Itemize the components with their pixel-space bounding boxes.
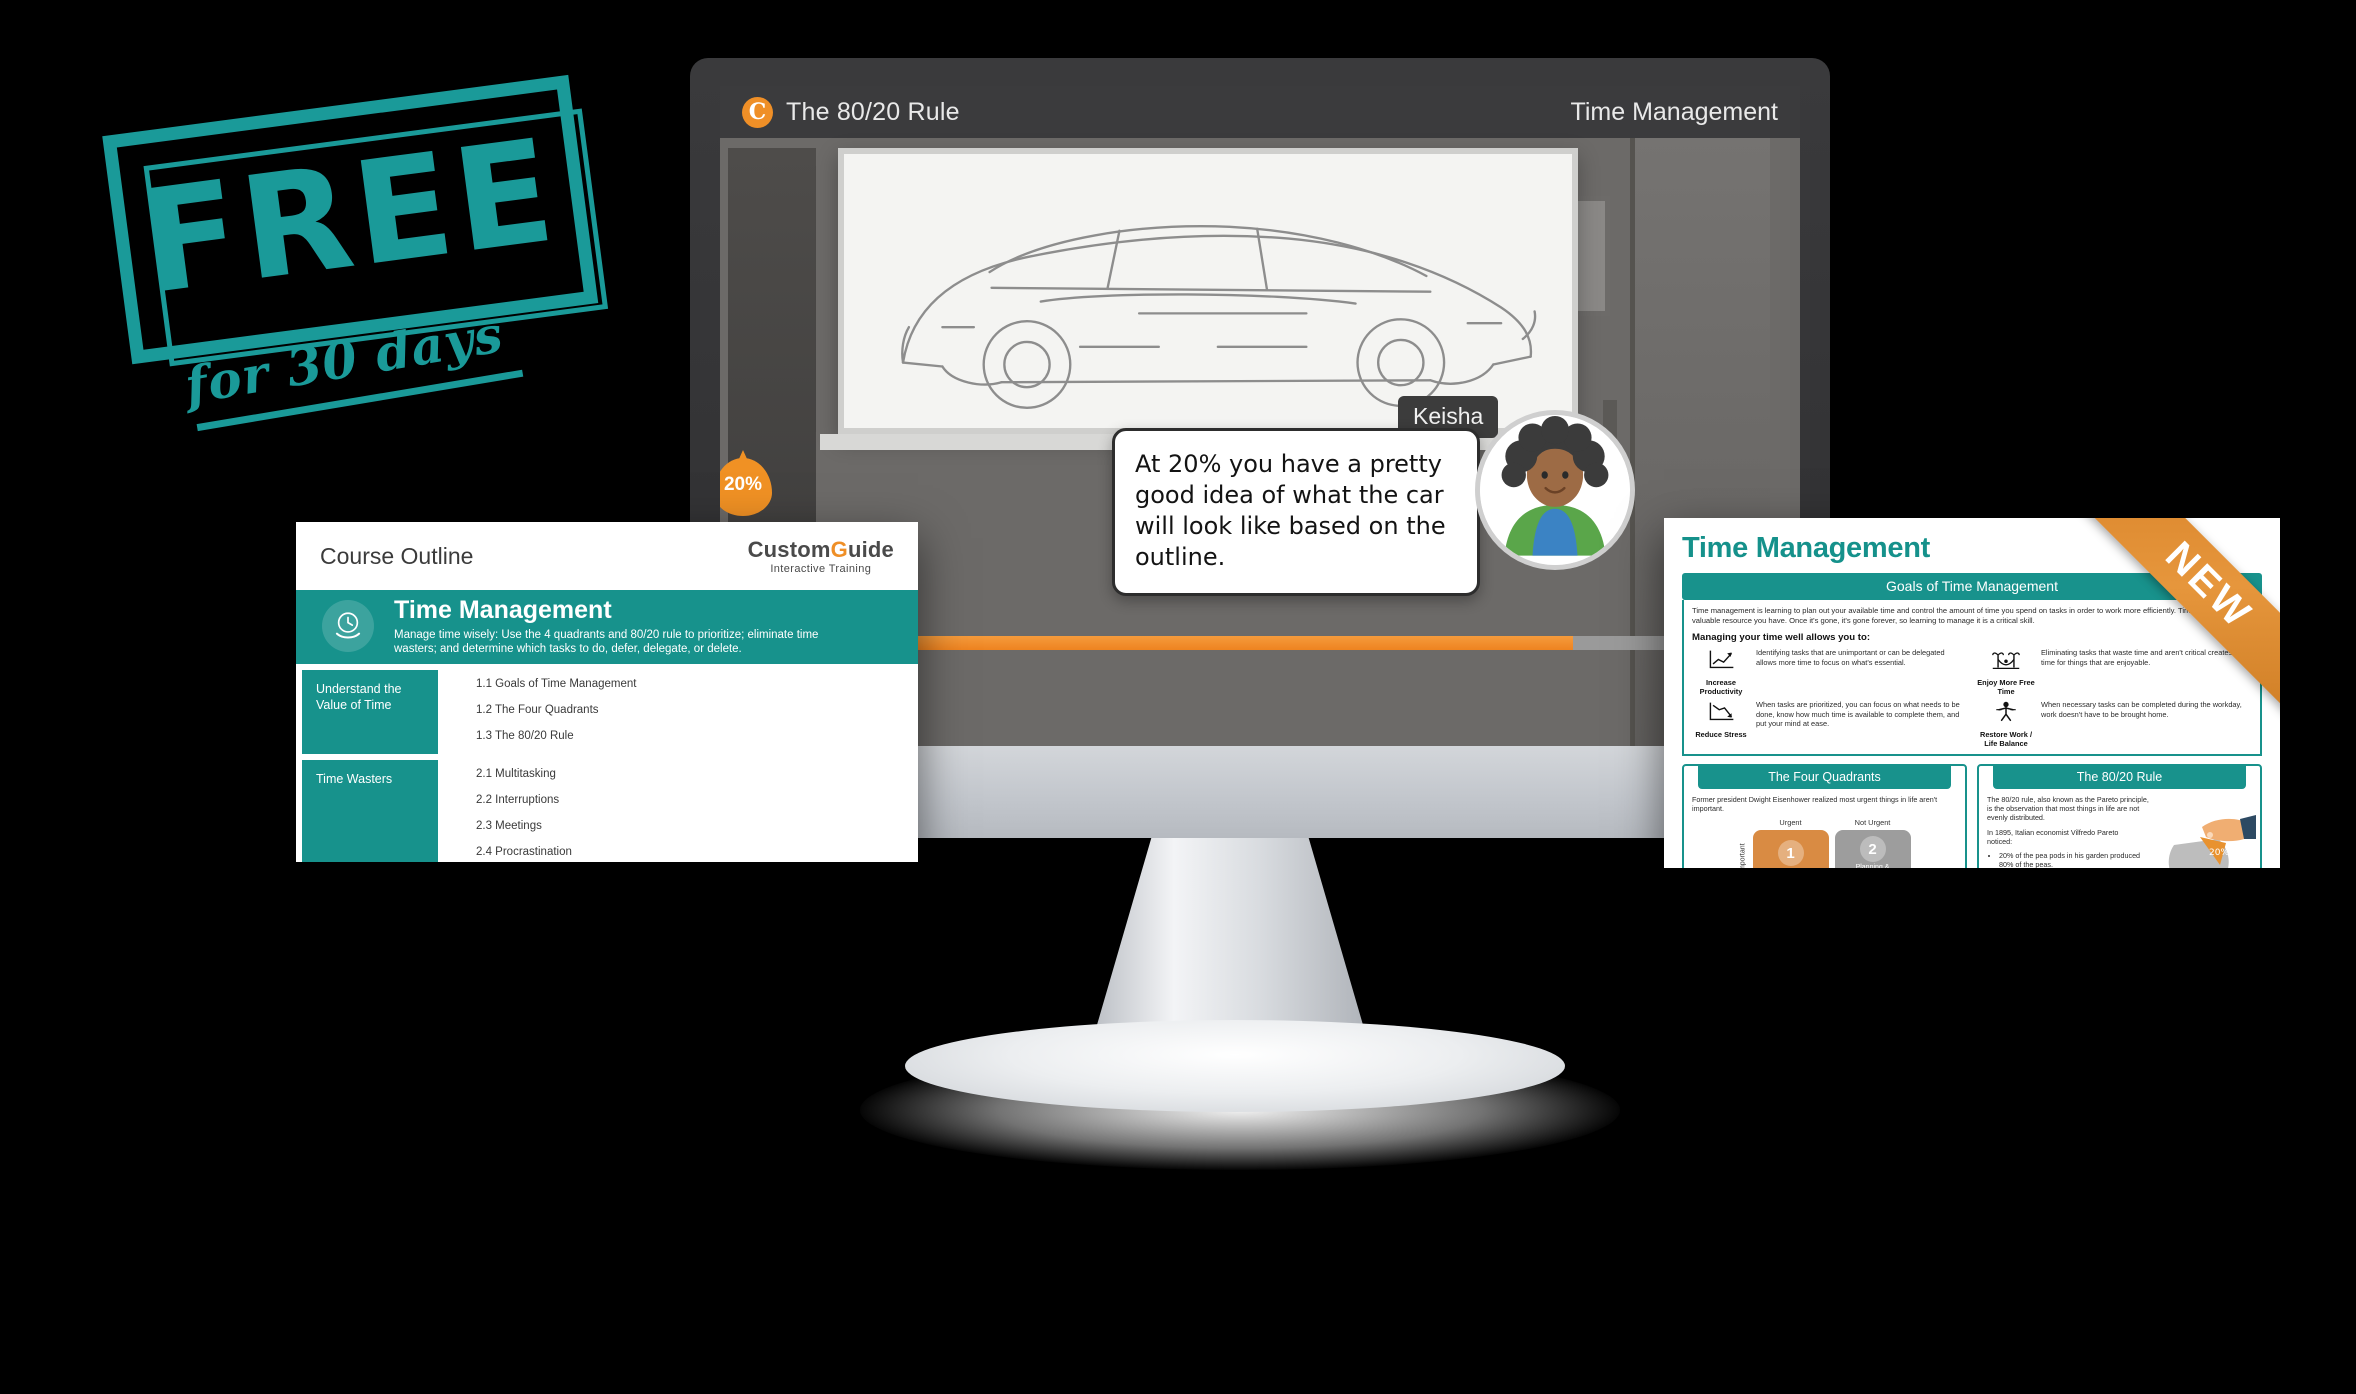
benefit-text: Eliminating tasks that waste time and ar… <box>2041 648 2252 667</box>
lesson-title: The 80/20 Rule <box>786 97 960 126</box>
four-quadrants-header: The Four Quadrants <box>1698 766 1951 789</box>
benefit-caption: Restore Work / Life Balance <box>1979 730 2033 748</box>
narrator-avatar <box>1475 410 1635 570</box>
benefit-text: Identifying tasks that are unimportant o… <box>1756 648 1945 667</box>
benefit-item: Enjoy More Free Time Eliminating tasks t… <box>1977 648 2252 696</box>
outline-item[interactable]: 2.4 Procrastination <box>476 844 918 860</box>
avatar-illustration <box>1480 415 1630 565</box>
quadrant-cell-2: 2 Planning & Improvement <box>1834 830 1911 868</box>
quadrant-caption: Planning & Improvement <box>1855 864 1890 868</box>
benefit-item: Restore Work / Life Balance When necessa… <box>1977 700 2252 748</box>
brand-uide-text: uide <box>847 537 894 562</box>
customguide-logo-icon: C <box>742 96 773 128</box>
eisenhower-matrix: Urgent Not Urgent Important 1 Necessitie… <box>1736 818 1914 868</box>
goals-intro-paragraph: Time management is learning to plan out … <box>1692 606 2234 625</box>
chart-up-icon: Increase Productivity <box>1692 648 1750 696</box>
section-items: 2.1 Multitasking 2.2 Interruptions 2.3 M… <box>438 760 918 862</box>
lms-top-bar: C The 80/20 Rule Time Management <box>720 86 1800 138</box>
quadrant-number: 1 <box>1777 840 1804 867</box>
outline-item[interactable]: 1.2 The Four Quadrants <box>476 702 918 718</box>
reference-card-columns: The Four Quadrants Former president Dwig… <box>1682 764 2262 868</box>
pareto-rule-body: The 80/20 rule, also known as the Pareto… <box>1979 789 2260 868</box>
clock-in-hand-icon <box>322 600 374 652</box>
svg-text:20%: 20% <box>2209 848 2229 858</box>
brand-wordmark: CustomGuide <box>748 537 894 563</box>
outline-hero-title: Time Management <box>394 595 612 624</box>
chart-down-icon: Reduce Stress <box>1692 700 1750 748</box>
outline-item[interactable]: 2.1 Multitasking <box>476 766 918 782</box>
section-label: Time Wasters <box>302 760 438 862</box>
free-trial-stamp: FREE for 30 days <box>91 63 638 447</box>
brand-custom-text: Custom <box>747 537 831 562</box>
svg-text:80%: 80% <box>2196 866 2232 868</box>
quadrant-number: 2 <box>1859 836 1886 863</box>
four-quadrants-body: Former president Dwight Eisenhower reali… <box>1684 789 1965 868</box>
course-outline-document[interactable]: Course Outline CustomGuide Interactive T… <box>296 522 918 862</box>
palm-hammock-icon-svg <box>1992 652 2020 669</box>
outline-sections: Understand the Value of Time 1.1 Goals o… <box>296 664 918 862</box>
progress-percent-label: 20% <box>723 474 763 495</box>
benefit-item: Reduce Stress When tasks are prioritized… <box>1692 700 1967 748</box>
brand-tagline: Interactive Training <box>770 563 872 575</box>
chart-up-icon-svg <box>1709 650 1734 669</box>
benefit-caption: Enjoy More Free Time <box>1977 678 2035 696</box>
matrix-col-urgent: Urgent <box>1779 818 1802 828</box>
pareto-bullet-list: 20% of the pea pods in his garden produc… <box>1999 851 2153 868</box>
matrix-row-label-important: Important <box>1739 843 1746 868</box>
outline-hero-desc: Manage time wisely: Use the 4 quadrants … <box>394 628 819 655</box>
outline-item[interactable]: 2.3 Meetings <box>476 818 918 834</box>
outline-item[interactable]: 1.1 Goals of Time Management <box>476 676 918 692</box>
matrix-row-important: Important 1 Necessities 2 Planning & Imp… <box>1736 827 1914 868</box>
outline-section-row: Time Wasters 2.1 Multitasking 2.2 Interr… <box>296 760 918 862</box>
chart-down-icon-svg <box>1709 702 1734 721</box>
palm-hammock-icon: Enjoy More Free Time <box>1977 648 2035 696</box>
matrix-column-labels: Urgent Not Urgent <box>1736 818 1914 827</box>
benefit-text: When necessary tasks can be completed du… <box>2041 700 2242 719</box>
outline-page: Course Outline CustomGuide Interactive T… <box>296 522 918 862</box>
pareto-bullet: 20% of the pea pods in his garden produc… <box>1999 851 2153 868</box>
outline-item[interactable]: 2.2 Interruptions <box>476 792 918 808</box>
course-name-label: Time Management <box>1570 97 1779 126</box>
benefits-grid: Increase Productivity Identifying tasks … <box>1692 648 2252 748</box>
matrix-col-not-urgent: Not Urgent <box>1854 818 1891 828</box>
four-quadrants-panel: The Four Quadrants Former president Dwig… <box>1682 764 1967 868</box>
customguide-brand: CustomGuide Interactive Training <box>748 537 894 575</box>
pareto-rule-header: The 80/20 Rule <box>1993 766 2246 789</box>
outline-header: Course Outline CustomGuide Interactive T… <box>296 522 918 590</box>
quadrant-cell-1: 1 Necessities <box>1752 830 1829 868</box>
outline-hero-text: Time Management Manage time wisely: Use … <box>394 595 864 656</box>
outline-hero: Time Management Manage time wisely: Use … <box>296 590 918 664</box>
whiteboard <box>838 148 1578 434</box>
benefit-caption: Reduce Stress <box>1695 730 1747 739</box>
quick-reference-card[interactable]: Time Management Goals of Time Management… <box>1664 518 2280 868</box>
outline-section-row: Understand the Value of Time 1.1 Goals o… <box>296 670 918 754</box>
quadrants-intro: Former president Dwight Eisenhower reali… <box>1692 795 1938 814</box>
pareto-paragraph-2: In 1895, Italian economist Vilfredo Pare… <box>1987 827 2119 846</box>
pareto-hands-pie-illustration: 80% 20% <box>2168 815 2256 868</box>
monitor-stand <box>1090 837 1370 1049</box>
pareto-rule-panel: The 80/20 Rule The 80/20 rule, also know… <box>1977 764 2262 868</box>
section-items: 1.1 Goals of Time Management 1.2 The Fou… <box>438 670 918 754</box>
section-label: Understand the Value of Time <box>302 670 438 754</box>
pareto-paragraph-1: The 80/20 rule, also known as the Pareto… <box>1987 795 2149 823</box>
narrator-speech-bubble: At 20% you have a pretty good idea of wh… <box>1112 428 1480 596</box>
outline-item[interactable]: 1.3 The 80/20 Rule <box>476 728 918 744</box>
car-sketch-drawing <box>901 225 1537 409</box>
person-balance-icon-svg <box>1996 701 2016 722</box>
brand-g-icon: G <box>830 537 848 562</box>
benefit-item: Increase Productivity Identifying tasks … <box>1692 648 1967 696</box>
benefits-heading: Managing your time well allows you to: <box>1692 632 1871 643</box>
person-balance-icon: Restore Work / Life Balance <box>1977 700 2035 748</box>
benefit-caption: Increase Productivity <box>1699 678 1743 696</box>
progress-percent-marker: 20% <box>720 450 780 516</box>
clock-icon-svg <box>335 612 361 639</box>
outline-header-title: Course Outline <box>320 542 474 569</box>
screenshot-canvas: FREE for 30 days C The 80/20 Rule Time M… <box>0 0 2356 1394</box>
monitor-base <box>905 1020 1565 1112</box>
goals-section-body: Time management is learning to plan out … <box>1682 600 2262 756</box>
benefit-text: When tasks are prioritized, you can focu… <box>1756 700 1960 729</box>
